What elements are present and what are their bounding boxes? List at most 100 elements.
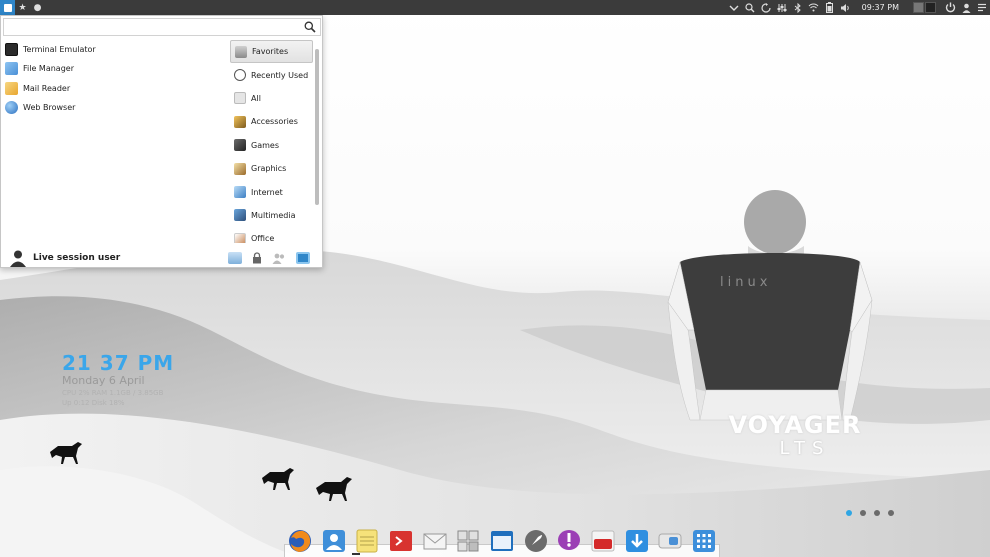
logo-subtitle: LTS bbox=[779, 438, 831, 459]
avatar bbox=[10, 250, 26, 267]
battery-icon[interactable] bbox=[822, 0, 838, 15]
page-dot-3[interactable] bbox=[874, 510, 880, 516]
search-icon[interactable] bbox=[742, 0, 758, 15]
sync-icon[interactable] bbox=[758, 0, 774, 15]
category-favorites[interactable]: Favorites bbox=[230, 40, 313, 64]
download-icon[interactable] bbox=[624, 528, 650, 554]
conky-stats-line1: CPU 2% RAM 1.1GB / 3.85GB bbox=[62, 389, 164, 397]
user-icon[interactable] bbox=[958, 0, 974, 15]
user-name: Live session user bbox=[33, 253, 121, 263]
search-icon[interactable] bbox=[303, 20, 317, 34]
search-input[interactable] bbox=[4, 19, 294, 35]
category-internet[interactable]: Internet bbox=[230, 180, 313, 203]
mail-icon bbox=[5, 81, 18, 95]
all-icon bbox=[234, 92, 246, 105]
category-games[interactable]: Games bbox=[230, 134, 313, 157]
app-terminal-emulator[interactable]: Terminal Emulator bbox=[4, 40, 224, 59]
switch-user-icon[interactable] bbox=[272, 252, 286, 264]
category-accessories[interactable]: Accessories bbox=[230, 110, 313, 133]
window-icon[interactable] bbox=[489, 528, 515, 554]
category-list: Favorites Recently Used All Accessories … bbox=[230, 40, 313, 243]
dock-active-indicator bbox=[352, 553, 360, 555]
office-icon bbox=[234, 232, 246, 243]
volume-icon[interactable] bbox=[838, 0, 854, 15]
category-graphics[interactable]: Graphics bbox=[230, 157, 313, 180]
settings-menu-icon[interactable] bbox=[974, 0, 990, 15]
shirt-text: linux bbox=[720, 275, 772, 290]
youtube-icon[interactable] bbox=[590, 528, 616, 554]
app-mail-reader[interactable]: Mail Reader bbox=[4, 79, 224, 98]
category-office[interactable]: Office bbox=[230, 227, 313, 243]
app-label: Terminal Emulator bbox=[23, 45, 96, 55]
conky-time: 21 37 PM bbox=[62, 351, 175, 375]
desktop-page-indicator bbox=[846, 510, 894, 516]
category-label: Accessories bbox=[251, 117, 298, 127]
desktop-clock-widget: 21 37 PM Monday 6 April CPU 2% RAM 1.1GB… bbox=[62, 352, 242, 408]
category-multimedia[interactable]: Multimedia bbox=[230, 204, 313, 227]
firefox-icon[interactable] bbox=[287, 528, 313, 554]
search-field[interactable] bbox=[3, 18, 321, 36]
conky-date: Monday 6 April bbox=[62, 374, 145, 387]
category-label: All bbox=[251, 93, 261, 103]
app-label: Mail Reader bbox=[23, 83, 71, 93]
terminal-icon bbox=[5, 43, 18, 57]
whisker-menu: Terminal Emulator File Manager Mail Read… bbox=[0, 15, 323, 268]
workspace-switcher-icon[interactable] bbox=[455, 528, 481, 554]
category-label: Recently Used bbox=[251, 70, 309, 80]
multimedia-icon bbox=[234, 209, 246, 222]
top-panel: ★ ● 09:37 PM bbox=[0, 0, 990, 15]
page-dot-1[interactable] bbox=[846, 510, 852, 516]
category-label: Office bbox=[251, 234, 275, 243]
chat-icon[interactable] bbox=[556, 528, 582, 554]
toggle-icon[interactable] bbox=[657, 528, 683, 554]
app-label: Web Browser bbox=[23, 103, 76, 113]
wifi-icon[interactable] bbox=[806, 0, 822, 15]
app-grid-icon[interactable] bbox=[691, 528, 717, 554]
applications-menu-button[interactable] bbox=[0, 0, 15, 15]
settings-manager-icon[interactable] bbox=[228, 252, 242, 264]
dock bbox=[284, 524, 720, 557]
graphics-icon bbox=[234, 162, 246, 175]
log-out-icon[interactable] bbox=[296, 252, 310, 264]
accessories-icon bbox=[234, 115, 246, 128]
category-label: Graphics bbox=[251, 164, 287, 174]
page-dot-2[interactable] bbox=[860, 510, 866, 516]
app-label: File Manager bbox=[23, 64, 74, 74]
dot-icon[interactable]: ● bbox=[30, 0, 45, 15]
category-recently-used[interactable]: Recently Used bbox=[230, 63, 313, 86]
category-scrollbar[interactable] bbox=[315, 49, 319, 205]
app-file-manager[interactable]: File Manager bbox=[4, 59, 224, 78]
games-icon bbox=[234, 139, 246, 152]
category-label: Multimedia bbox=[251, 210, 296, 220]
star-icon[interactable]: ★ bbox=[15, 0, 30, 15]
category-label: Games bbox=[251, 140, 279, 150]
workspace-1[interactable] bbox=[913, 2, 924, 13]
app-web-browser[interactable]: Web Browser bbox=[4, 98, 224, 117]
notes-icon[interactable] bbox=[354, 528, 380, 554]
category-all[interactable]: All bbox=[230, 87, 313, 110]
workspace-switcher[interactable] bbox=[913, 2, 936, 13]
contacts-icon[interactable] bbox=[321, 528, 347, 554]
category-label: Internet bbox=[251, 187, 283, 197]
panel-clock[interactable]: 09:37 PM bbox=[854, 3, 907, 12]
mixer-icon[interactable] bbox=[774, 0, 790, 15]
category-label: Favorites bbox=[252, 47, 289, 57]
internet-icon bbox=[234, 186, 246, 199]
bluetooth-icon[interactable] bbox=[790, 0, 806, 15]
app-list: Terminal Emulator File Manager Mail Read… bbox=[4, 40, 224, 117]
voyager-logo: VOYAGER LTS bbox=[722, 410, 868, 458]
file-manager-icon bbox=[5, 62, 18, 76]
lock-icon[interactable] bbox=[252, 252, 262, 264]
conky-stats-line2: Up 0:12 Disk 18% bbox=[62, 399, 125, 407]
rocket-icon[interactable] bbox=[523, 528, 549, 554]
chevron-down-icon[interactable] bbox=[726, 0, 742, 15]
page-dot-4[interactable] bbox=[888, 510, 894, 516]
workspace-2[interactable] bbox=[925, 2, 936, 13]
mail-icon[interactable] bbox=[422, 528, 448, 554]
power-icon[interactable] bbox=[942, 0, 958, 15]
menu-icon bbox=[3, 3, 12, 12]
terminal-icon[interactable] bbox=[388, 528, 414, 554]
logo-title: VOYAGER bbox=[728, 411, 862, 439]
web-browser-icon bbox=[5, 101, 18, 115]
recently-used-icon bbox=[234, 69, 246, 82]
